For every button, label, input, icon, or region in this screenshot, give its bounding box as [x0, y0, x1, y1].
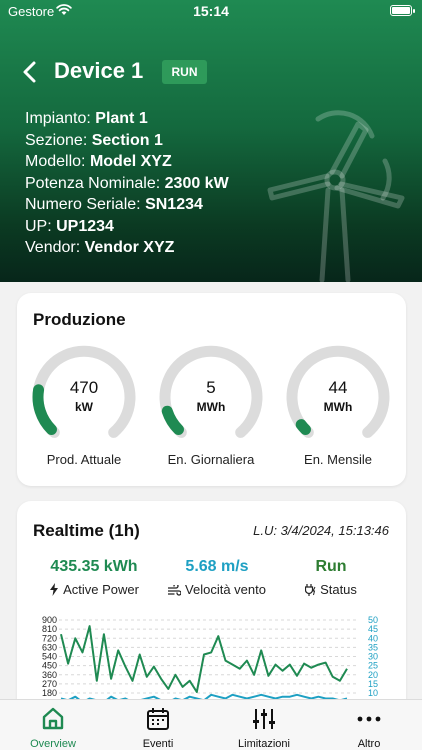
kpi-label: Status: [320, 582, 357, 597]
info-label: Modello:: [25, 153, 86, 170]
kpi-value: 435.35 kWh: [50, 558, 138, 575]
tab-label: Overview: [30, 738, 76, 750]
info-value: Section 1: [91, 131, 163, 149]
gauge-value: 470: [69, 378, 99, 397]
realtime-card: Realtime (1h) L.U: 3/4/2024, 15:13:46 43…: [17, 501, 406, 731]
info-label: UP:: [25, 217, 52, 235]
gauge-progress: [295, 419, 311, 436]
gauge-value: 5: [206, 378, 216, 397]
kpi-status: Run Status: [291, 558, 371, 597]
wind-turbine-icon: [267, 110, 405, 282]
plug-bolt-icon: [304, 584, 316, 596]
production-title: Produzione: [33, 310, 126, 329]
tab-altro[interactable]: Altro: [329, 700, 409, 750]
info-value: SN1234: [145, 196, 203, 213]
home-icon: [42, 707, 64, 730]
tab-limitazioni[interactable]: Limitazioni: [224, 700, 304, 750]
kpi-label: Active Power: [63, 582, 139, 597]
info-row-up: UP: UP1234: [25, 216, 229, 238]
gauge-unit: MWh: [323, 400, 353, 414]
active-power-series: [60, 625, 348, 693]
tab-label: Altro: [357, 738, 381, 750]
gauge-label: Prod. Attuale: [46, 452, 122, 467]
realtime-title: Realtime (1h): [33, 521, 140, 540]
tab-eventi[interactable]: Eventi: [118, 700, 198, 750]
info-row-plant: Impianto: Plant 1: [25, 108, 229, 130]
info-label: Numero Seriale:: [25, 196, 141, 213]
info-value: Model XYZ: [89, 153, 172, 170]
gauge-label: En. Giornaliera: [167, 452, 255, 467]
clock: 15:14: [193, 3, 229, 19]
kpi-label-row: Active Power: [39, 582, 149, 597]
calendar-icon: [147, 708, 169, 730]
battery-icon: [390, 5, 415, 16]
device-info: Impianto: Plant 1 Sezione: Section 1 Mod…: [25, 108, 229, 259]
gauge-unit: MWh: [196, 400, 226, 414]
gauge-daily-energy: 5 MWh En. Giornaliera: [159, 345, 263, 467]
info-label: Potenza Nominale:: [25, 174, 161, 192]
gauge-current-production: 470 kW Prod. Attuale: [32, 345, 136, 467]
tab-label: Limitazioni: [238, 738, 290, 750]
status-bar: Gestore 15:14: [0, 0, 422, 24]
back-chevron-icon[interactable]: [18, 59, 42, 85]
kpi-value: Run: [315, 558, 347, 575]
last-update-label: L.U: 3/4/2024, 15:13:46: [253, 523, 389, 538]
tab-label: Eventi: [142, 738, 174, 750]
kpi-value: 5.68 m/s: [185, 558, 249, 575]
info-value: Vendor XYZ: [84, 239, 175, 256]
sliders-icon: [253, 709, 275, 729]
gauge-value: 44: [328, 378, 348, 397]
info-label: Vendor:: [25, 239, 81, 256]
info-label: Sezione:: [25, 131, 88, 149]
gauge-monthly-energy: 44 MWh En. Mensile: [286, 345, 390, 467]
kpi-label-row: Status: [291, 582, 371, 597]
kpi-active-power: 435.35 kWh Active Power: [39, 558, 149, 597]
info-row-model: Modello: Model XYZ: [25, 151, 229, 173]
info-label: Impianto:: [25, 110, 91, 127]
info-value: UP1234: [56, 217, 114, 235]
info-row-power: Potenza Nominale: 2300 kW: [25, 173, 229, 195]
tab-bar: Overview Eventi Limitazioni Altro: [0, 699, 422, 750]
more-icon: [357, 716, 381, 722]
kpi-label: Velocità vento: [185, 582, 266, 597]
gauge-unit: kW: [75, 400, 93, 414]
wind-icon: [167, 583, 182, 596]
status-badge: RUN: [162, 60, 207, 84]
bolt-icon: [50, 583, 59, 596]
info-value: 2300 kW: [164, 174, 229, 192]
right-tick-label: 10: [368, 688, 378, 698]
info-value: Plant 1: [95, 110, 148, 127]
kpi-wind-speed: 5.68 m/s Velocità vento: [157, 558, 277, 597]
info-row-vendor: Vendor: Vendor XYZ: [25, 237, 229, 259]
tab-overview[interactable]: Overview: [13, 700, 93, 750]
page-title: Device 1: [54, 58, 144, 83]
production-card: Produzione 470 kW Prod. Attuale 5 MWh En…: [17, 293, 406, 486]
device-header: Gestore 15:14 Device 1 RUN Impianto: Pla…: [0, 0, 422, 282]
gauge-label: En. Mensile: [304, 452, 372, 467]
left-tick-label: 180: [42, 688, 57, 698]
info-row-serial: Numero Seriale: SN1234: [25, 194, 229, 216]
kpi-label-row: Velocità vento: [157, 582, 277, 597]
info-row-section: Sezione: Section 1: [25, 130, 229, 152]
